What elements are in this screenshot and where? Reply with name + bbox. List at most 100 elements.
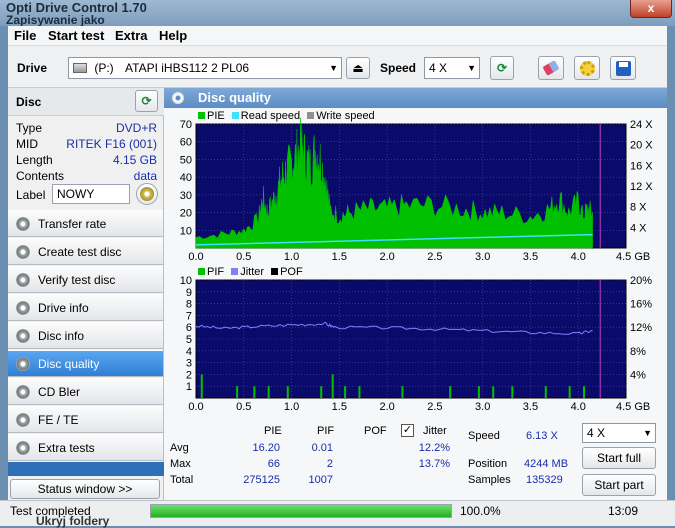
stats-avg-pif: 0.01 (311, 442, 333, 454)
chevron-down-icon: ▼ (467, 63, 476, 73)
nav-item-transfer-rate[interactable]: Transfer rate (8, 210, 163, 237)
pif-chart-y2-tick: 4% (630, 369, 646, 381)
pif-chart-y-tick: 3 (186, 358, 192, 370)
disc-label-button[interactable] (136, 183, 158, 205)
nav-item-drive-info[interactable]: Drive info (8, 294, 163, 321)
settings-button[interactable] (574, 56, 600, 80)
pif-bar (331, 374, 334, 398)
pif-chart-x-tick: 1.5 (332, 401, 347, 413)
gears-icon (580, 61, 595, 76)
disc-mid-value: RITEK F16 (001) (66, 137, 157, 151)
pif-bar (236, 386, 239, 398)
disc-mid-key: MID (16, 137, 38, 151)
stats-max-pie: 66 (267, 458, 280, 470)
pie-chart-y2-tick: 24 X (630, 119, 653, 131)
stats-header-jitter: Jitter (423, 425, 447, 437)
nav-item-label: Drive info (38, 301, 89, 315)
pie-chart-y-tick: 10 (180, 225, 192, 237)
pie-chart-x-tick: 2.5 (427, 251, 442, 263)
speed-readout-value: 6.13 X (526, 430, 558, 442)
menu-extra[interactable]: Extra (115, 28, 148, 43)
disc-icon (140, 187, 154, 201)
pif-chart-y2-tick: 20% (630, 275, 652, 287)
speed-select[interactable]: 4 X ▼ (424, 57, 480, 79)
pif-chart-x-tick: 4.0 (571, 401, 586, 413)
start-full-button[interactable]: Start full (582, 447, 656, 469)
pif-chart-y-tick: 9 (186, 287, 192, 299)
eraser-icon (542, 60, 560, 76)
pif-chart-x-tick: 2.0 (379, 401, 394, 413)
disc-type-value: DVD+R (115, 121, 157, 135)
pif-chart-x-tick: 3.0 (475, 401, 490, 413)
nav-item-extra-tests[interactable]: Extra tests (8, 434, 163, 461)
refresh-icon: ⟳ (496, 61, 508, 75)
pif-chart-y-tick: 8 (186, 299, 192, 311)
erase-button[interactable] (538, 56, 564, 80)
pie-chart-y2-tick: 4 X (630, 222, 647, 234)
nav-item-label: Verify test disc (38, 273, 116, 287)
menu-help[interactable]: Help (159, 28, 187, 43)
pif-bar (568, 386, 571, 398)
chevron-down-icon: ▼ (643, 428, 652, 438)
pif-bar (344, 386, 347, 398)
close-button[interactable]: x (630, 0, 672, 18)
progress-fill (151, 505, 451, 517)
jitter-checkbox[interactable]: ✓ (401, 424, 414, 437)
start-part-button[interactable]: Start part (582, 474, 656, 496)
disc-label-input[interactable] (52, 184, 130, 204)
pie-chart-y2-tick: 16 X (630, 160, 653, 172)
eject-button[interactable]: ⏏ (346, 57, 370, 79)
nav-item-create-test-disc[interactable]: Create test disc (8, 238, 163, 265)
pif-chart-x-tick: 3.5 (523, 401, 538, 413)
nav-item-fe-te[interactable]: FE / TE (8, 406, 163, 433)
nav-item-disc-info[interactable]: Disc info (8, 322, 163, 349)
disc-label-key: Label (16, 188, 46, 202)
pie-chart-y-tick: 40 (180, 172, 192, 184)
nav-item-label: Extra tests (38, 441, 95, 455)
nav-item-cd-bler[interactable]: CD Bler (8, 378, 163, 405)
pif-bar (267, 386, 270, 398)
status-window-button[interactable]: Status window >> (10, 479, 160, 499)
drive-icon (73, 63, 87, 73)
speed-label: Speed (380, 61, 417, 75)
stats-max-jitter: 13.7% (418, 458, 450, 470)
eject-icon: ⏏ (352, 61, 364, 75)
stats-header-pif: PIF (317, 425, 335, 437)
refresh-disc-button[interactable]: ⟳ (135, 90, 158, 112)
pif-bar (477, 386, 480, 398)
nav-item-disc-quality[interactable]: Disc quality (8, 350, 163, 377)
disc-icon (16, 357, 30, 371)
stats-avg-jitter: 12.2% (418, 442, 450, 454)
disc-icon (16, 385, 30, 399)
pif-chart-x-tick: 0.5 (236, 401, 251, 413)
pif-chart-y-tick: 1 (186, 381, 192, 393)
disc-icon (16, 301, 30, 315)
pie-chart-x-tick: 0.0 (188, 251, 203, 263)
pie-chart-x-tick: 4.5 GB (616, 251, 650, 263)
stats-header-pie: PIE (264, 425, 282, 437)
pif-bar (583, 386, 585, 398)
disc-contents-key: Contents (16, 169, 65, 183)
progress-text: 100.0% (460, 504, 501, 518)
test-speed-select[interactable]: 4 X ▼ (582, 423, 656, 443)
menu-start-test[interactable]: Start test (48, 28, 104, 43)
menu-bar: File Start test Extra Help (8, 26, 667, 46)
nav-item-verify-test-disc[interactable]: Verify test disc (8, 266, 163, 293)
pie-chart-x-tick: 2.0 (379, 251, 394, 263)
drive-select[interactable]: (P:) ATAPI iHBS112 2 PL06 ▼ (68, 57, 342, 79)
position-value: 4244 MB (524, 458, 569, 470)
save-button[interactable] (610, 56, 636, 80)
menu-file[interactable]: File (14, 28, 36, 43)
pie-chart-x-tick: 1.0 (284, 251, 299, 263)
nav-item-label: Create test disc (38, 245, 122, 259)
pif-bar (544, 386, 547, 398)
position-label: Position (468, 458, 508, 470)
refresh-speed-button[interactable]: ⟳ (490, 56, 514, 80)
stats-max-label: Max (170, 458, 191, 470)
pie-chart-y-tick: 30 (180, 190, 192, 202)
pie-chart-y-tick: 60 (180, 137, 192, 149)
pif-chart-x-tick: 1.0 (284, 401, 299, 413)
pie-chart-x-tick: 4.0 (571, 251, 586, 263)
pie-chart: 0.0 0.5 1.0 1.5 2.0 2.5 3.0 3.5 4.0 4.5 GB 10 20 30 4… (180, 118, 653, 263)
disc-icon (16, 273, 30, 287)
